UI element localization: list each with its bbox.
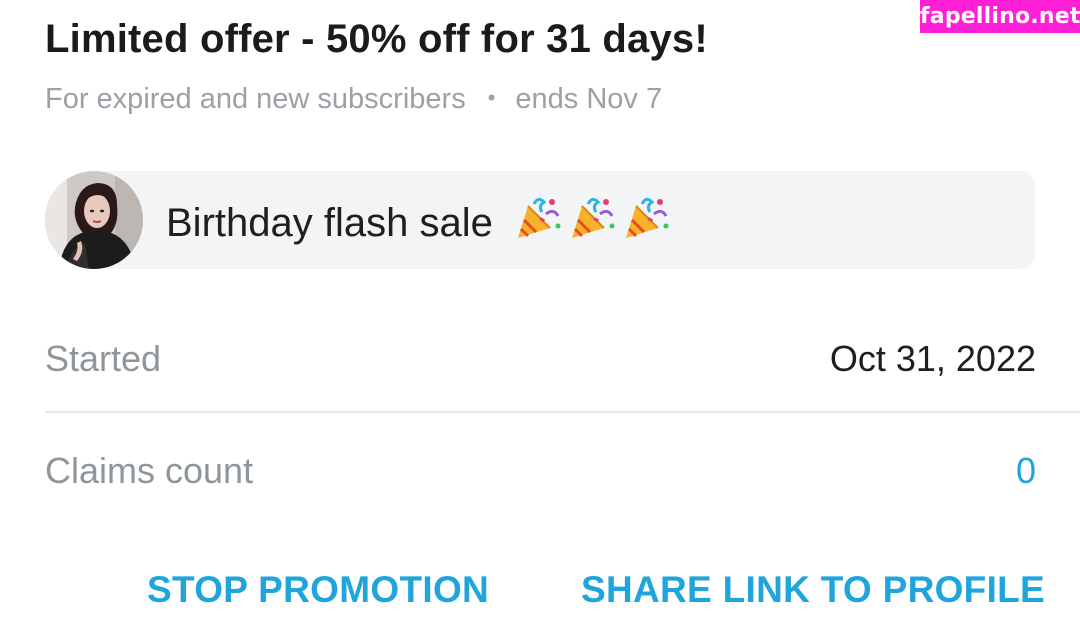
watermark-text: fapellino.net [920,4,1080,29]
claims-count-label: Claims count [45,450,254,491]
party-popper-icon [625,197,669,238]
promotion-subtitle: For expired and new subscribers • ends Nov… [45,83,662,116]
message-text: Birthday flash sale [166,194,676,246]
started-value: Oct 31, 2022 [829,338,1036,379]
started-label: Started [45,338,162,379]
party-popper-icon [571,197,615,238]
separator-dot: • [487,85,496,110]
watermark-banner: fapellino.net [920,0,1080,33]
party-popper-icon [517,197,561,238]
message-label: Birthday flash sale [166,201,493,245]
share-link-to-profile-button[interactable]: SHARE LINK TO PROFILE [581,569,1045,611]
claims-count-value: 0 [1015,450,1036,491]
promotion-title: Limited offer - 50% off for 31 days! [45,17,708,61]
avatar[interactable] [45,171,143,269]
stop-promotion-button[interactable]: STOP PROMOTION [147,569,489,611]
end-date-text: ends Nov 7 [515,83,663,115]
party-popper-icons [514,197,676,245]
divider [45,411,1080,413]
promotion-message: Birthday flash sale [45,170,1035,270]
audience-text: For expired and new subscribers [45,83,466,115]
